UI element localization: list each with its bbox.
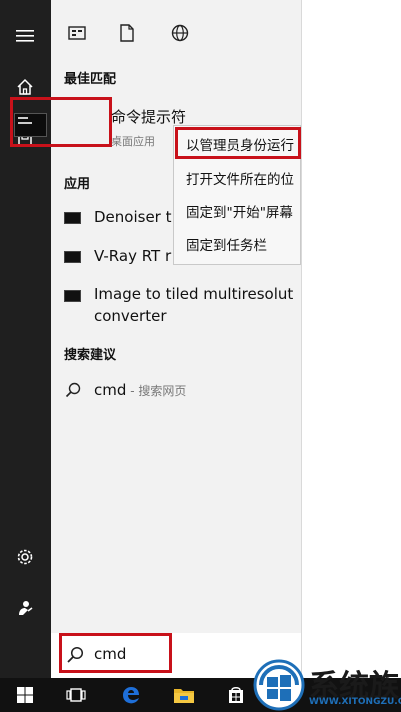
edge-icon[interactable]	[119, 683, 143, 707]
app-result-label: Image to tiled multiresolut	[94, 285, 294, 303]
web-filter-icon[interactable]	[169, 22, 191, 44]
watermark-url: WWW.XITONGZU.COM	[309, 697, 401, 707]
search-box-highlight	[59, 633, 172, 673]
menu-item-label: 固定到任务栏	[186, 238, 267, 254]
hamburger-icon[interactable]	[13, 24, 37, 48]
menu-item-label: 固定到"开始"屏幕	[186, 205, 293, 221]
document-filter-icon[interactable]	[116, 22, 138, 44]
apps-filter-icon[interactable]	[66, 22, 88, 44]
menu-item-label: 打开文件所在的位	[186, 172, 294, 188]
search-icon	[65, 382, 81, 402]
desktop-background	[302, 0, 401, 678]
best-match-highlight	[10, 97, 112, 147]
suggestion-text: cmd - 搜索网页	[94, 381, 186, 399]
app-console-icon	[64, 251, 81, 263]
web-suggestion-cmd[interactable]: cmd - 搜索网页	[51, 378, 301, 402]
store-icon[interactable]	[224, 683, 248, 707]
file-explorer-icon[interactable]	[172, 683, 196, 707]
app-console-icon	[64, 290, 81, 302]
apps-heading: 应用	[64, 177, 91, 192]
menu-pin-to-taskbar[interactable]: 固定到任务栏	[174, 229, 300, 259]
suggestions-heading: 搜索建议	[64, 348, 117, 363]
start-menu-screenshot: 最佳匹配 应用 搜索建议 Denoiser t V-Ray RT r Image…	[0, 0, 401, 712]
app-result-label: Denoiser t	[94, 208, 172, 226]
menu-open-file-location[interactable]: 打开文件所在的位	[174, 163, 300, 193]
best-match-subtitle: 桌面应用	[111, 135, 155, 148]
menu-pin-to-start[interactable]: 固定到"开始"屏幕	[174, 196, 300, 226]
suggestion-suffix: - 搜索网页	[126, 384, 187, 398]
best-match-title[interactable]: 命令提示符	[111, 106, 186, 127]
search-filter-bar	[51, 16, 301, 52]
best-match-heading: 最佳匹配	[64, 72, 117, 87]
settings-icon[interactable]	[13, 545, 37, 569]
user-icon[interactable]	[13, 596, 37, 620]
app-result-label: V-Ray RT r	[94, 247, 172, 265]
watermark: 系统族 WWW.XITONGZU.COM	[251, 657, 401, 712]
task-view-icon[interactable]	[64, 683, 88, 707]
home-icon[interactable]	[13, 75, 37, 99]
watermark-logo	[253, 659, 305, 711]
run-as-admin-highlight	[175, 127, 301, 159]
app-console-icon	[64, 212, 81, 224]
app-result-label-line2: converter	[94, 307, 167, 325]
app-result-image-to-tiled[interactable]: Image to tiled multiresolut converter	[51, 280, 301, 330]
suggestion-query: cmd	[94, 381, 127, 399]
windows-start-icon[interactable]	[13, 683, 37, 707]
